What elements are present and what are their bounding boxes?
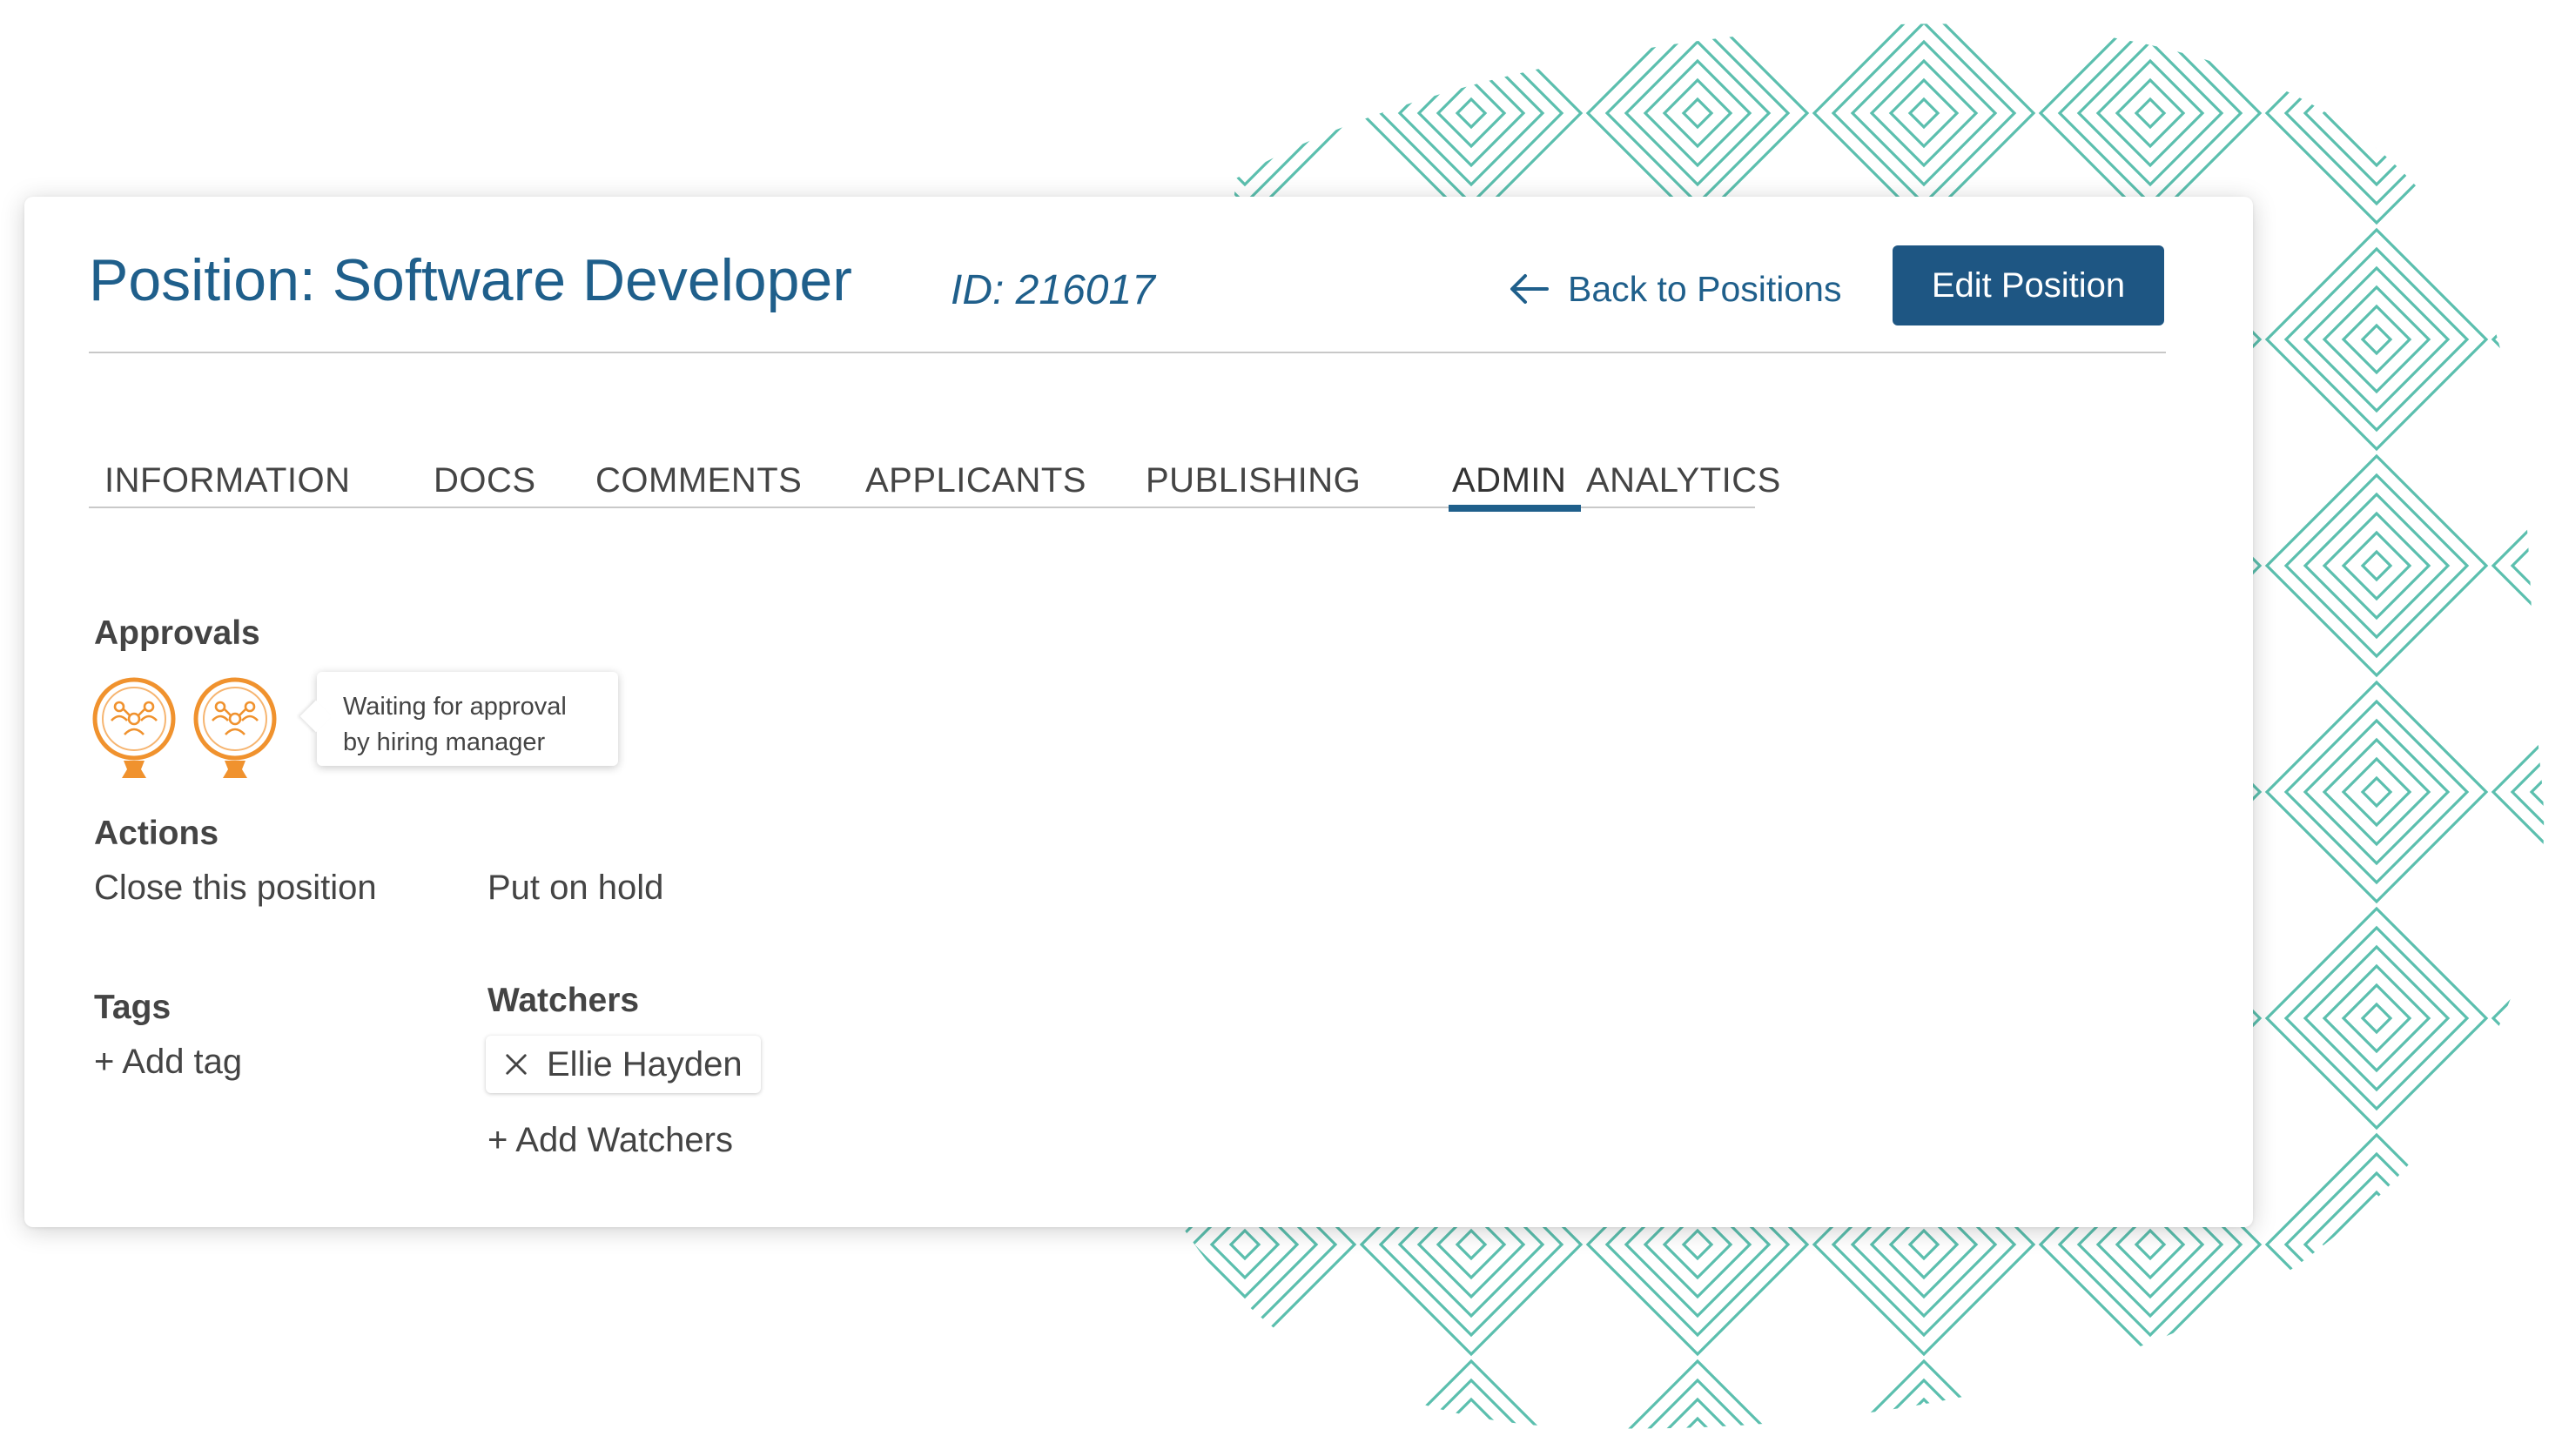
approver-badge[interactable] bbox=[91, 677, 178, 778]
watchers-heading: Watchers bbox=[488, 982, 640, 1019]
position-id: ID: 216017 bbox=[951, 267, 1155, 313]
tab-analytics[interactable]: ANALYTICS bbox=[1586, 463, 1781, 498]
approvals-heading: Approvals bbox=[94, 614, 260, 652]
position-card: Position: Software Developer ID: 216017 … bbox=[24, 197, 2253, 1227]
tab-docs[interactable]: DOCS bbox=[434, 463, 536, 498]
team-approver-icon bbox=[193, 677, 277, 778]
close-icon[interactable] bbox=[501, 1050, 531, 1079]
back-link-label: Back to Positions bbox=[1568, 268, 1842, 309]
tab-admin[interactable]: ADMIN bbox=[1452, 463, 1566, 498]
tags-heading: Tags bbox=[94, 989, 171, 1026]
tooltip-line-1: Waiting for approval bbox=[343, 693, 567, 721]
close-position-link[interactable]: Close this position bbox=[94, 870, 377, 905]
tab-publishing[interactable]: PUBLISHING bbox=[1146, 463, 1361, 498]
put-on-hold-link[interactable]: Put on hold bbox=[488, 870, 663, 905]
tab-bar: INFORMATION DOCS COMMENTS APPLICANTS PUB… bbox=[89, 463, 1780, 512]
watcher-name: Ellie Hayden bbox=[547, 1044, 743, 1084]
team-approver-icon bbox=[92, 677, 176, 778]
tab-information[interactable]: INFORMATION bbox=[104, 463, 351, 498]
actions-heading: Actions bbox=[94, 815, 219, 852]
tooltip-line-2: by hiring manager bbox=[343, 728, 546, 756]
add-tag-link[interactable]: + Add tag bbox=[94, 1044, 242, 1079]
page-title: Position: Software Developer bbox=[89, 247, 852, 313]
tab-applicants[interactable]: APPLICANTS bbox=[865, 463, 1086, 498]
active-tab-indicator bbox=[1449, 505, 1581, 512]
add-watchers-link[interactable]: + Add Watchers bbox=[488, 1123, 733, 1157]
watcher-chip: Ellie Hayden bbox=[486, 1036, 761, 1093]
back-to-positions-link[interactable]: Back to Positions bbox=[1509, 265, 1842, 313]
approver-badge[interactable] bbox=[192, 677, 279, 778]
edit-position-button[interactable]: Edit Position bbox=[1893, 245, 2164, 325]
header-divider bbox=[89, 352, 2166, 353]
arrow-left-icon bbox=[1510, 274, 1549, 304]
approval-status-tooltip: Waiting for approval by hiring manager bbox=[317, 672, 618, 766]
tab-comments[interactable]: COMMENTS bbox=[595, 463, 802, 498]
